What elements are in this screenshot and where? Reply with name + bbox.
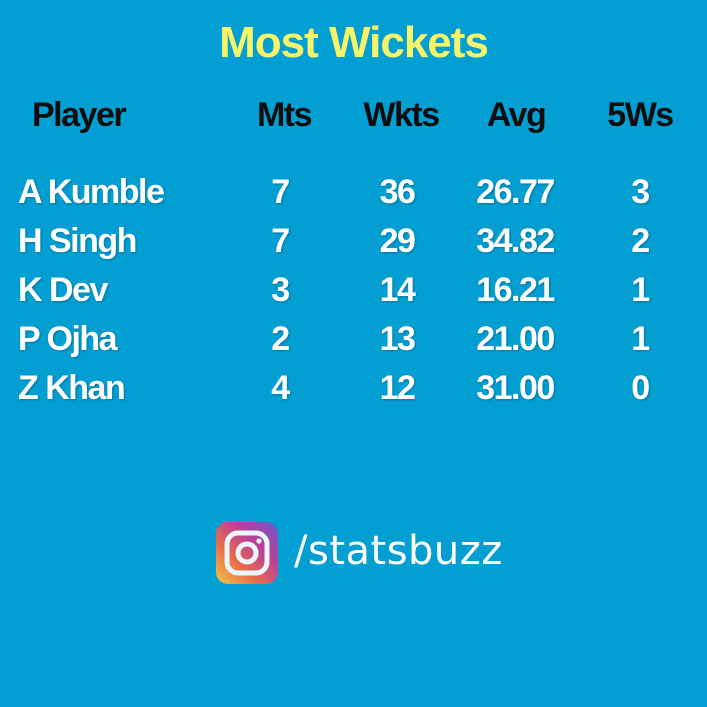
cell-average: 31.00 bbox=[476, 369, 555, 407]
cell-matches: 2 bbox=[271, 320, 290, 358]
cell-five-wickets: 2 bbox=[631, 222, 650, 260]
cell-five-wickets: 3 bbox=[631, 173, 650, 211]
table-row: Z Khan 4 12 31.00 0 bbox=[0, 369, 707, 409]
cell-player: A Kumble bbox=[18, 173, 165, 211]
table-row: A Kumble 7 36 26.77 3 bbox=[0, 173, 707, 213]
cell-matches: 7 bbox=[271, 173, 290, 211]
cell-wickets: 12 bbox=[379, 369, 416, 407]
header-player: Player bbox=[32, 96, 127, 134]
header-matches: Mts bbox=[256, 96, 313, 134]
cell-player: P Ojha bbox=[18, 320, 118, 358]
cell-wickets: 36 bbox=[379, 173, 416, 211]
cell-player: H Singh bbox=[18, 222, 137, 260]
cell-average: 34.82 bbox=[476, 222, 555, 260]
table-row: K Dev 3 14 16.21 1 bbox=[0, 271, 707, 311]
cell-player: Z Khan bbox=[18, 369, 126, 407]
cell-wickets: 29 bbox=[379, 222, 416, 260]
cell-average: 16.21 bbox=[476, 271, 555, 309]
cell-five-wickets: 0 bbox=[631, 369, 650, 407]
cell-matches: 4 bbox=[271, 369, 290, 407]
cell-wickets: 14 bbox=[379, 271, 416, 309]
cell-five-wickets: 1 bbox=[631, 320, 650, 358]
page-title: Most Wickets bbox=[219, 18, 489, 67]
cell-player: K Dev bbox=[18, 271, 108, 309]
cell-wickets: 13 bbox=[379, 320, 416, 358]
instagram-icon bbox=[216, 522, 278, 584]
cell-average: 21.00 bbox=[476, 320, 555, 358]
cell-five-wickets: 1 bbox=[631, 271, 650, 309]
header-average: Avg bbox=[486, 96, 547, 134]
header-wickets: Wkts bbox=[363, 96, 440, 134]
header-five-wickets: 5Ws bbox=[607, 96, 674, 134]
cell-matches: 7 bbox=[271, 222, 290, 260]
social-handle: /statsbuzz bbox=[294, 528, 503, 574]
table-row: H Singh 7 29 34.82 2 bbox=[0, 222, 707, 262]
cell-average: 26.77 bbox=[476, 173, 555, 211]
table-row: P Ojha 2 13 21.00 1 bbox=[0, 320, 707, 360]
cell-matches: 3 bbox=[271, 271, 290, 309]
